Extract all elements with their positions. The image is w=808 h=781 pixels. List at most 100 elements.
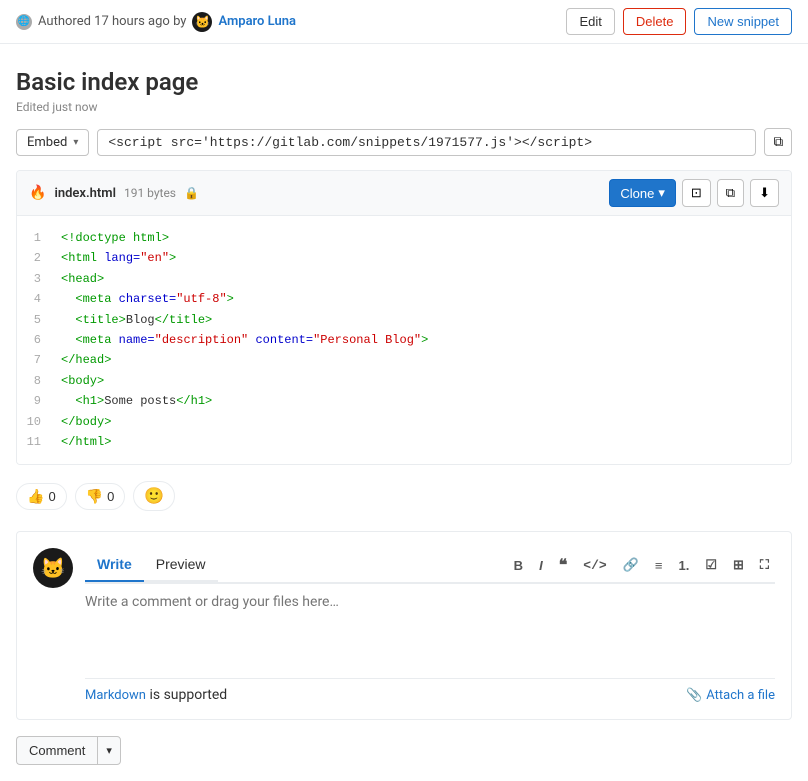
code-line: 10 </body> <box>17 412 791 432</box>
file-name: index.html <box>54 186 116 201</box>
table-button[interactable]: ⊞ <box>727 553 750 577</box>
line-content: </html> <box>57 432 791 452</box>
copy-icon: ⧉ <box>773 134 783 150</box>
current-user-avatar: 🐱 <box>33 548 73 588</box>
author-link[interactable]: Amparo Luna <box>218 14 296 29</box>
comment-footer: Markdown is supported 📎 Attach a file <box>85 678 775 703</box>
ordered-list-button[interactable]: 1. <box>672 554 695 577</box>
line-content: </head> <box>57 350 791 370</box>
comment-submit-group: Comment ▾ <box>16 736 121 765</box>
edit-button[interactable]: Edit <box>566 8 614 35</box>
supported-text: is supported <box>149 687 227 703</box>
thumbs-down-button[interactable]: 👎 0 <box>75 483 126 510</box>
line-content: <html lang="en"> <box>57 248 791 268</box>
line-number: 5 <box>17 310 57 330</box>
raw-button[interactable]: ⊡ <box>682 179 711 207</box>
submit-row: Comment ▾ <box>16 736 792 765</box>
quote-button[interactable]: ❝ <box>553 551 574 579</box>
authored-text: Authored 17 hours ago by <box>38 14 186 29</box>
code-button[interactable]: </> <box>577 554 612 577</box>
lock-icon[interactable]: 🔒 <box>184 186 199 200</box>
main-content: Basic index page Edited just now Embed ▾… <box>0 44 808 781</box>
line-number: 10 <box>17 412 57 432</box>
author-avatar: 🐱 <box>192 12 212 32</box>
embed-label: Embed <box>27 135 67 150</box>
code-line: 3 <head> <box>17 269 791 289</box>
file-card: 🔥 index.html 191 bytes 🔒 Clone ▾ ⊡ ⧉ ⬇ 1… <box>16 170 792 465</box>
line-number: 4 <box>17 289 57 309</box>
bullet-list-button[interactable]: ≡ <box>649 554 669 577</box>
line-content: <meta charset="utf-8"> <box>57 289 791 309</box>
attach-text: Attach a file <box>706 688 775 703</box>
code-line: 8 <body> <box>17 371 791 391</box>
file-actions: Clone ▾ ⊡ ⧉ ⬇ <box>609 179 779 207</box>
new-snippet-button[interactable]: New snippet <box>694 8 792 35</box>
fullscreen-button[interactable]: ⛶ <box>754 553 775 577</box>
tab-preview[interactable]: Preview <box>144 548 218 580</box>
comment-submit-button[interactable]: Comment <box>16 736 97 765</box>
line-content: <h1>Some posts</h1> <box>57 391 791 411</box>
line-number: 6 <box>17 330 57 350</box>
top-bar-actions: Edit Delete New snippet <box>566 8 792 35</box>
reactions-bar: 👍 0 👎 0 🙂 <box>16 481 792 511</box>
line-number: 7 <box>17 350 57 370</box>
code-line: 4 <meta charset="utf-8"> <box>17 289 791 309</box>
line-content: <body> <box>57 371 791 391</box>
tab-write[interactable]: Write <box>85 548 144 582</box>
chevron-down-icon: ▾ <box>658 185 665 201</box>
line-number: 9 <box>17 391 57 411</box>
embed-bar: Embed ▾ ⧉ <box>16 128 792 156</box>
globe-icon: 🌐 <box>16 14 32 30</box>
line-content: <head> <box>57 269 791 289</box>
chevron-down-icon: ▾ <box>73 137 78 148</box>
thumbs-up-icon: 👍 <box>27 488 44 505</box>
thumbs-up-count: 0 <box>48 489 55 504</box>
attach-icon: 📎 <box>686 688 702 703</box>
embed-input[interactable] <box>97 129 756 156</box>
copy-file-button[interactable]: ⧉ <box>717 179 744 207</box>
markdown-info: Markdown is supported <box>85 687 227 703</box>
comment-tabs: Write Preview <box>85 548 218 582</box>
comment-textarea[interactable] <box>85 584 775 674</box>
line-number: 3 <box>17 269 57 289</box>
thumbs-up-button[interactable]: 👍 0 <box>16 483 67 510</box>
link-button[interactable]: 🔗 <box>617 553 645 577</box>
comment-submit-dropdown[interactable]: ▾ <box>97 736 121 765</box>
file-size: 191 bytes <box>124 186 176 200</box>
line-content: <!doctype html> <box>57 228 791 248</box>
line-number: 2 <box>17 248 57 268</box>
thumbs-down-count: 0 <box>107 489 114 504</box>
code-line: 9 <h1>Some posts</h1> <box>17 391 791 411</box>
attach-file-link[interactable]: 📎 Attach a file <box>686 688 775 703</box>
emoji-icon: 🙂 <box>144 488 164 505</box>
comment-box: Write Preview B I ❝ </> 🔗 ≡ 1. ☑ ⊞ ⛶ <box>85 548 775 703</box>
embed-dropdown[interactable]: Embed ▾ <box>16 129 89 156</box>
add-emoji-button[interactable]: 🙂 <box>133 481 175 511</box>
top-bar: 🌐 Authored 17 hours ago by 🐱 Amparo Luna… <box>0 0 808 44</box>
thumbs-down-icon: 👎 <box>86 488 103 505</box>
line-content: <title>Blog</title> <box>57 310 791 330</box>
author-info: 🌐 Authored 17 hours ago by 🐱 Amparo Luna <box>16 12 566 32</box>
delete-button[interactable]: Delete <box>623 8 687 35</box>
line-content: <meta name="description" content="Person… <box>57 330 791 350</box>
edited-timestamp: Edited just now <box>16 100 792 114</box>
task-list-button[interactable]: ☑ <box>699 553 723 577</box>
line-content: </body> <box>57 412 791 432</box>
comment-toolbar: B I ❝ </> 🔗 ≡ 1. ☑ ⊞ ⛶ <box>508 551 775 579</box>
line-number: 1 <box>17 228 57 248</box>
comment-tabs-row: Write Preview B I ❝ </> 🔗 ≡ 1. ☑ ⊞ ⛶ <box>85 548 775 584</box>
file-header: 🔥 index.html 191 bytes 🔒 Clone ▾ ⊡ ⧉ ⬇ <box>17 171 791 216</box>
line-number: 8 <box>17 371 57 391</box>
comment-section: 🐱 Write Preview B I ❝ </> 🔗 ≡ 1. ☑ ⊞ ⛶ <box>16 531 792 720</box>
bold-button[interactable]: B <box>508 554 529 577</box>
download-button[interactable]: ⬇ <box>750 179 779 207</box>
code-block: 1 <!doctype html> 2 <html lang="en"> 3 <… <box>17 216 791 464</box>
markdown-link[interactable]: Markdown <box>85 688 146 703</box>
html-file-icon: 🔥 <box>29 185 46 201</box>
code-line: 6 <meta name="description" content="Pers… <box>17 330 791 350</box>
clone-button[interactable]: Clone ▾ <box>609 179 676 207</box>
code-line: 7 </head> <box>17 350 791 370</box>
code-line: 2 <html lang="en"> <box>17 248 791 268</box>
copy-embed-button[interactable]: ⧉ <box>764 128 792 156</box>
italic-button[interactable]: I <box>533 554 549 577</box>
